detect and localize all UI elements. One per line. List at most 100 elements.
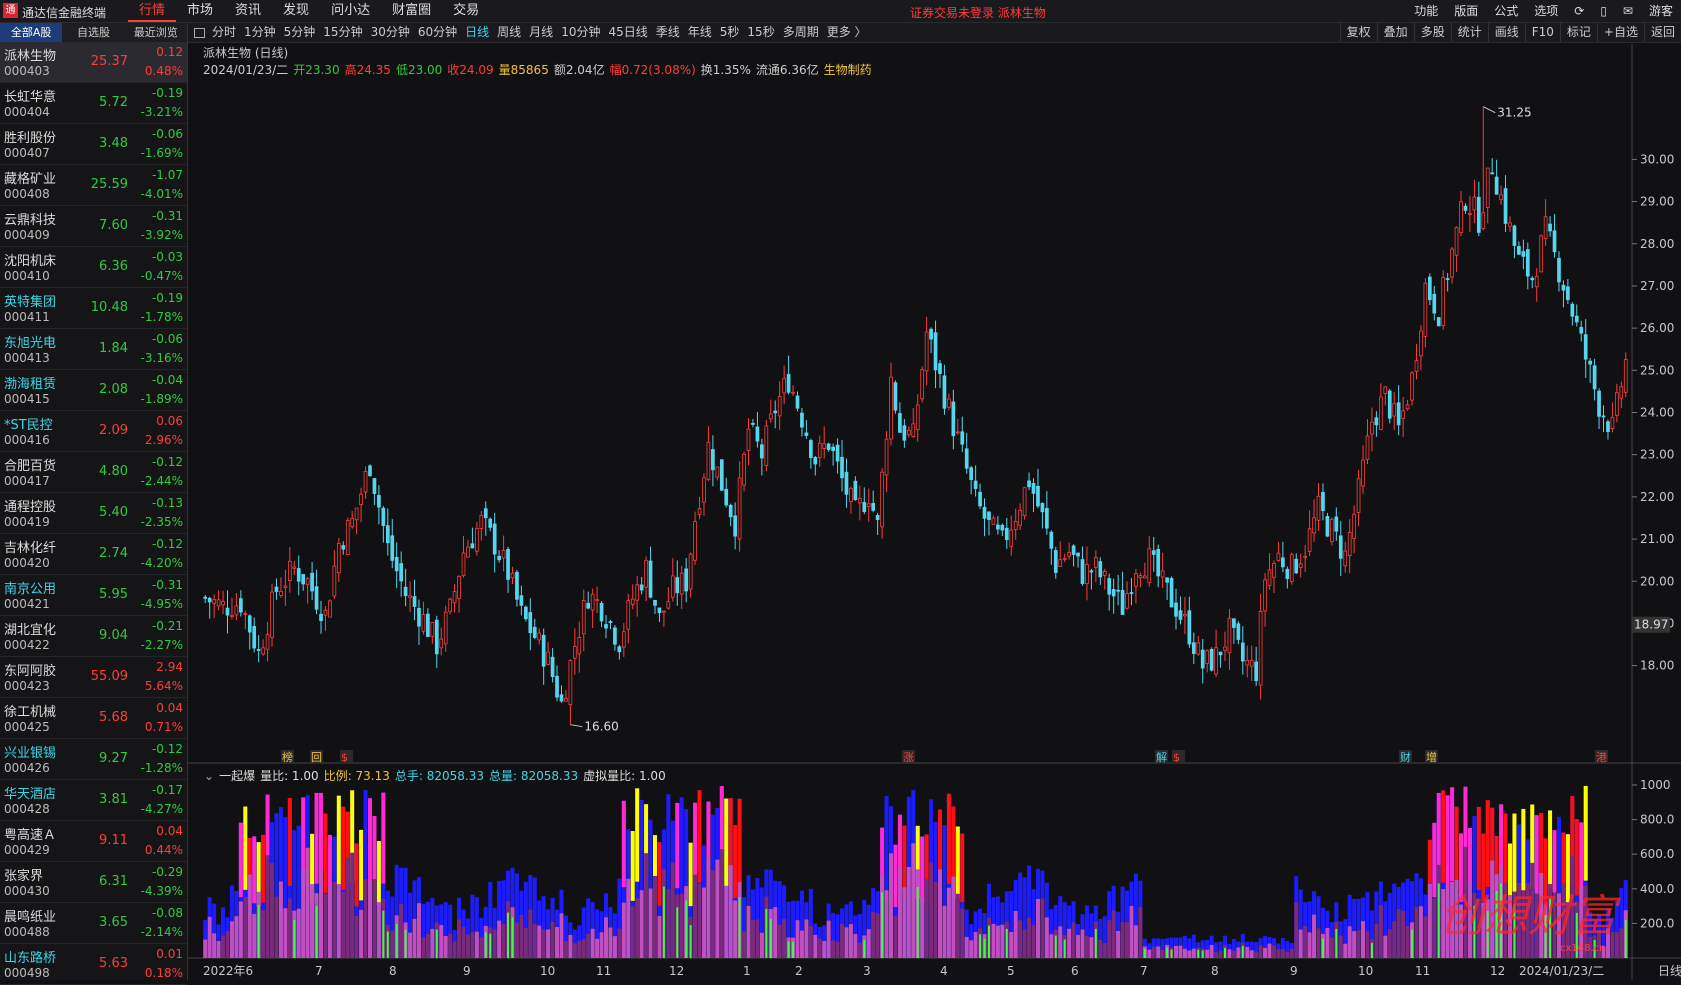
candle-body <box>1454 227 1459 256</box>
volume-green-bar <box>1143 948 1146 958</box>
indicator-name[interactable]: 一起爆 <box>219 769 255 783</box>
candle-body <box>1232 618 1236 628</box>
candle-body <box>1485 167 1490 208</box>
candle-body <box>964 448 969 469</box>
volume-green-bar <box>1201 950 1204 958</box>
volume-inner-bar <box>697 883 702 958</box>
volume-inner-bar <box>1414 906 1419 958</box>
candle-body <box>795 395 800 409</box>
volume-inner-bar <box>283 908 288 958</box>
volume-inner-bar <box>1187 950 1192 958</box>
candle-body <box>524 606 528 620</box>
volume-inner-bar <box>666 889 671 958</box>
candle-body <box>1370 421 1374 435</box>
volume-signal-bar <box>261 834 266 903</box>
volume-inner-bar <box>866 929 871 958</box>
candle-body <box>1267 569 1272 586</box>
candle-body <box>1615 392 1619 416</box>
event-marker: $ <box>341 751 348 764</box>
candle-body <box>684 568 689 592</box>
volume-inner-bar <box>1182 948 1187 958</box>
volume-signal-bar <box>1450 787 1455 882</box>
time-axis-label: 11 <box>1415 964 1430 978</box>
volume-inner-bar <box>1084 936 1089 958</box>
volume-inner-bar <box>1427 883 1432 958</box>
candle-body <box>719 459 724 491</box>
volume-signal-bar <box>960 833 965 903</box>
volume-inner-bar <box>470 932 475 958</box>
candle-body <box>439 638 444 649</box>
candle-body <box>969 467 974 480</box>
candle-body <box>978 491 982 507</box>
candle-body <box>279 590 283 596</box>
candle-body <box>394 556 399 572</box>
candle-body <box>332 565 337 597</box>
max-price-label: 31.25 <box>1497 106 1531 120</box>
collapse-icon[interactable]: ⌄ <box>204 769 214 783</box>
volume-signal-bar <box>376 841 381 906</box>
candle-body <box>826 443 831 450</box>
candle-body <box>1134 573 1138 587</box>
candle-body <box>1254 661 1259 681</box>
candle-body <box>862 502 867 512</box>
kline-chart[interactable]: 30.00 29.00 28.00 27.00 26.00 25.00 24.00 23.00… <box>0 0 1681 980</box>
candle-body <box>1419 330 1423 357</box>
candle-body <box>1383 386 1388 394</box>
candle-body <box>372 478 377 494</box>
candle-body <box>1312 517 1316 534</box>
volume-inner-bar <box>278 881 283 958</box>
candle-body <box>595 599 599 601</box>
candle-body <box>1160 570 1165 578</box>
candle-body <box>697 508 702 515</box>
volume-inner-bar <box>1120 922 1125 958</box>
candle-body <box>1142 575 1147 579</box>
volume-signal-bar <box>1521 808 1526 891</box>
candle-body <box>991 517 996 525</box>
candle-body <box>434 619 439 655</box>
candle-body <box>1405 404 1410 410</box>
candle-body <box>1218 651 1223 656</box>
volume-inner-bar <box>1401 910 1406 958</box>
volume-green-bar <box>1005 928 1008 958</box>
candle-body <box>1058 559 1063 567</box>
volume-inner-bar <box>425 933 430 958</box>
volume-green-bar <box>489 933 492 958</box>
indicator-zongshou: 总手: 82058.33 <box>394 769 484 783</box>
candle-body <box>586 602 591 609</box>
candle-body <box>1530 277 1535 281</box>
volume-tick-label: 1000 <box>1640 778 1671 792</box>
volume-signal-bar <box>359 829 364 901</box>
volume-green-bar <box>1370 942 1373 958</box>
candle-body <box>1009 529 1014 547</box>
candle-body <box>786 374 791 393</box>
volume-inner-bar <box>991 923 996 958</box>
volume-green-bar <box>293 920 296 958</box>
volume-inner-bar <box>465 934 470 958</box>
candle-body <box>550 656 555 677</box>
volume-inner-bar <box>995 925 1000 958</box>
volume-inner-bar <box>621 902 626 958</box>
candle-body <box>662 610 666 613</box>
candle-body <box>239 598 243 613</box>
candle-body <box>1191 642 1196 654</box>
candle-body <box>1156 548 1161 577</box>
candle-body <box>1116 589 1120 592</box>
candle-body <box>412 596 417 607</box>
volume-inner-bar <box>546 929 551 958</box>
volume-inner-bar <box>492 929 497 958</box>
volume-inner-bar <box>670 862 675 958</box>
candle-body <box>1521 251 1526 257</box>
volume-inner-bar <box>1111 910 1116 958</box>
candle-body <box>1459 201 1463 234</box>
candle-body <box>1606 421 1610 432</box>
candle-body <box>1583 334 1588 360</box>
candle-body <box>287 560 292 582</box>
volume-inner-bar <box>822 941 827 958</box>
candle-body <box>1512 225 1517 246</box>
volume-green-bar <box>979 934 982 958</box>
event-marker: 榜 <box>282 750 293 764</box>
volume-signal-bar <box>675 802 680 889</box>
volume-inner-bar <box>848 924 853 958</box>
volume-inner-bar <box>1138 907 1143 958</box>
volume-inner-bar <box>742 931 747 958</box>
